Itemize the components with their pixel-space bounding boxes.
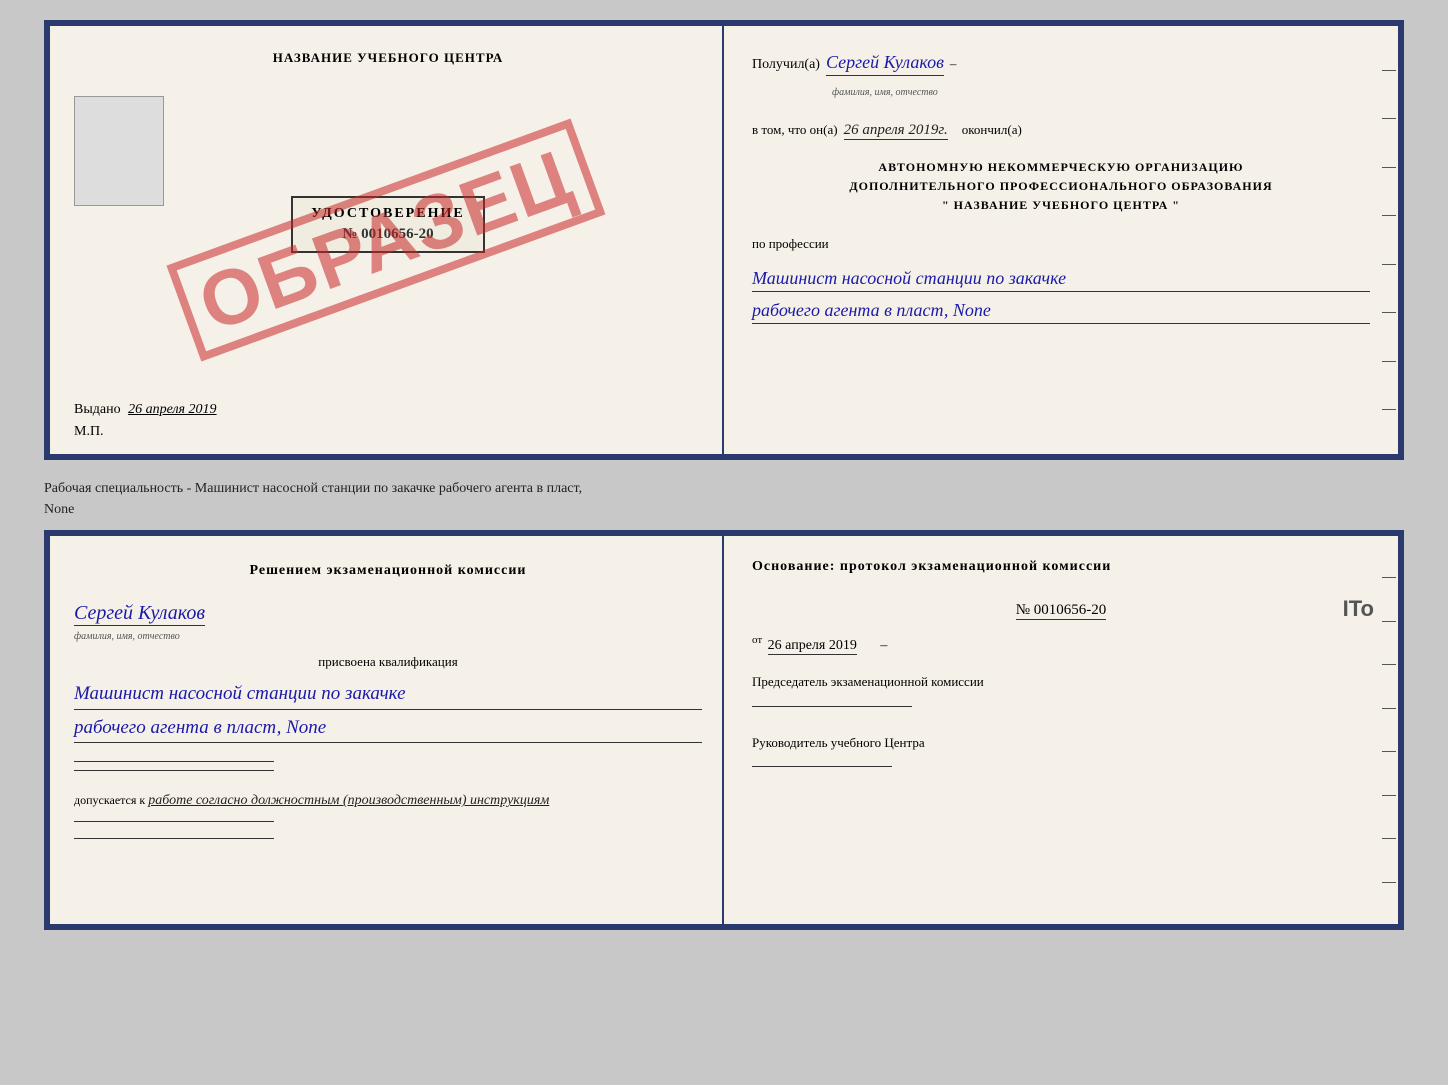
dash1: – (950, 56, 957, 72)
osnov-text: Основание: протокол экзаменационной коми… (752, 556, 1370, 578)
dopusk-label: допускается к (74, 793, 145, 807)
dopuskaetsya-block: допускается к работе согласно должностны… (74, 793, 702, 809)
mp-line: М.П. (74, 424, 104, 440)
fio-label-top: фамилия, имя, отчество (832, 87, 938, 98)
chairman-label: Председатель экзаменационной комиссии (752, 674, 984, 689)
dash-right1: – (880, 638, 887, 653)
udostoverenie-box: УДОСТОВЕРЕНИЕ № 0010656-20 (291, 196, 484, 253)
rukov-label: Руководитель учебного Центра (752, 735, 925, 750)
ot-label: от (752, 634, 762, 646)
bottom-left: Решением экзаменационной комиссии Сергей… (50, 536, 724, 924)
vtom-row: в том, что он(а) 26 апреля 2019г. окончи… (752, 122, 1370, 140)
rukov-block: Руководитель учебного Центра (752, 733, 1370, 772)
org-block: АВТОНОМНУЮ НЕКОММЕРЧЕСКУЮ ОРГАНИЗАЦИЮ ДО… (752, 158, 1370, 216)
cert-right: Получил(а) Сергей Кулаков – фамилия, имя… (724, 26, 1398, 454)
prof-line2: рабочего агента в пласт, None (752, 298, 1370, 324)
ot-date-block: от 26 апреля 2019 – (752, 634, 1370, 654)
right-deco-lines (1380, 26, 1398, 454)
protocol-number: № 0010656-20 (1016, 602, 1107, 620)
po-professii-label: по профессии (752, 236, 1370, 252)
poluchil-value: Сергей Кулаков (826, 52, 944, 76)
dopusk-value: работе согласно должностным (производств… (148, 793, 549, 808)
okonchil-label: окончил(а) (962, 122, 1022, 138)
bottom-right-deco (1380, 536, 1398, 924)
vydano-line: Выдано 26 апреля 2019 (74, 402, 217, 418)
photo-placeholder (74, 96, 164, 206)
vydano-label: Выдано (74, 402, 121, 417)
ito-watermark: ITo (1343, 596, 1374, 622)
udostoverenie-number: № 0010656-20 (311, 226, 464, 243)
certificate-top: НАЗВАНИЕ УЧЕБНОГО ЦЕНТРА ОБРАЗЕЦ УДОСТОВ… (44, 20, 1404, 460)
vydano-date: 26 апреля 2019 (128, 402, 216, 417)
description-line: Рабочая специальность - Машинист насосно… (44, 478, 1404, 520)
vtom-label: в том, что он(а) (752, 122, 838, 138)
bottom-right: Основание: протокол экзаменационной коми… (724, 536, 1398, 924)
chairman-block: Председатель экзаменационной комиссии (752, 672, 1370, 711)
prof-line1: Машинист насосной станции по закачке (752, 266, 1370, 292)
protocol-number-block: № 0010656-20 (752, 594, 1370, 620)
org-line1: АВТОНОМНУЮ НЕКОММЕРЧЕСКУЮ ОРГАНИЗАЦИЮ (752, 158, 1370, 177)
fio-label-bottom: фамилия, имя, отчество (74, 631, 180, 642)
rukov-sig (752, 758, 1370, 771)
prisvoena-text: присвоена квалификация (74, 654, 702, 670)
ot-date-value: 26 апреля 2019 (768, 638, 857, 655)
poluchil-row: Получил(а) Сергей Кулаков – (752, 52, 1370, 76)
signature-lines-block (74, 757, 702, 775)
poluchil-label: Получил(а) (752, 57, 820, 73)
desc-line1: Рабочая специальность - Машинист насосно… (44, 481, 582, 496)
vtom-date: 26 апреля 2019г. (844, 122, 948, 140)
chairman-sig (752, 698, 1370, 711)
resheniem-text: Решением экзаменационной комиссии (74, 560, 702, 582)
org-line3: " НАЗВАНИЕ УЧЕБНОГО ЦЕНТРА " (752, 196, 1370, 215)
udostoverenie-title: УДОСТОВЕРЕНИЕ (311, 206, 464, 222)
mp-label: М.П. (74, 424, 104, 439)
kvali-line2: рабочего агента в пласт, None (74, 714, 702, 744)
desc-line2: None (44, 502, 74, 517)
kvali-line1: Машинист насосной станции по закачке (74, 680, 702, 710)
person-block: Сергей Кулаков фамилия, имя, отчество (74, 596, 702, 644)
training-center-title-top: НАЗВАНИЕ УЧЕБНОГО ЦЕНТРА (273, 50, 504, 66)
certificate-bottom: Решением экзаменационной комиссии Сергей… (44, 530, 1404, 930)
person-value: Сергей Кулаков (74, 602, 205, 626)
org-line2: ДОПОЛНИТЕЛЬНОГО ПРОФЕССИОНАЛЬНОГО ОБРАЗО… (752, 177, 1370, 196)
cert-left: НАЗВАНИЕ УЧЕБНОГО ЦЕНТРА ОБРАЗЕЦ УДОСТОВ… (50, 26, 724, 454)
